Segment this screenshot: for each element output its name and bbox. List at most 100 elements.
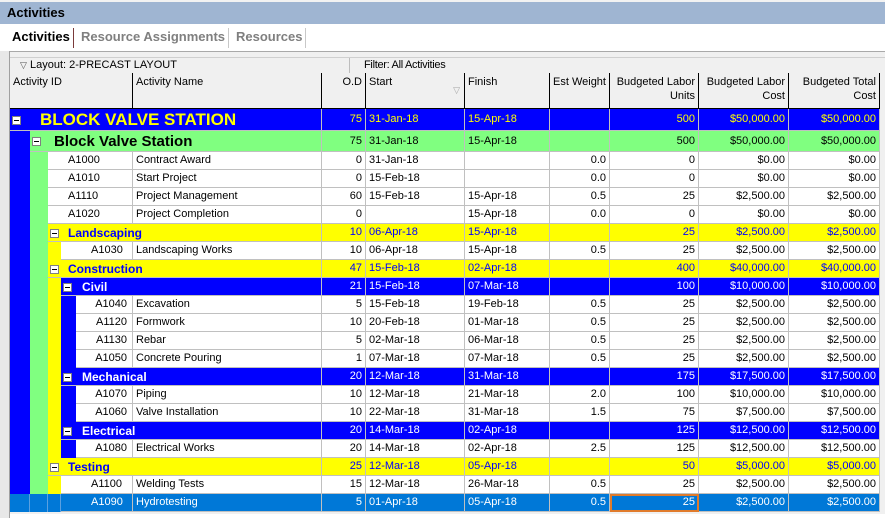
cell-labor-cost[interactable]: $2,500.00	[699, 242, 789, 260]
cell-weight[interactable]: 0.5	[550, 314, 610, 332]
cell-labor-cost[interactable]: $7,500.00	[699, 404, 789, 422]
cell-labor-cost[interactable]: $2,500.00	[699, 332, 789, 350]
cell-activity-id[interactable]: A1060	[76, 404, 133, 422]
cell-activity-name[interactable]: Valve Installation	[133, 404, 322, 422]
column-header-budgeted-labor-cost[interactable]: Budgeted Labor Cost	[699, 73, 789, 109]
cell-weight[interactable]	[550, 368, 610, 386]
activity-row[interactable]: A1090 Hydrotesting 5 01-Apr-18 05-Apr-18 0.5 2…	[10, 494, 880, 512]
cell-finish[interactable]: 07-Mar-18	[465, 278, 550, 296]
tab-resource-assignments[interactable]: Resource Assignments	[78, 28, 230, 48]
cell-labor-cost[interactable]: $2,500.00	[699, 314, 789, 332]
cell-labor-cost[interactable]: $50,000.00	[699, 109, 789, 131]
wbs-row[interactable]: Mechanical 20 12-Mar-18 31-Mar-18 175 $17,500…	[10, 368, 880, 386]
activity-row[interactable]: A1070 Piping 10 12-Mar-18 21-Mar-18 2.0 100 $10…	[10, 386, 880, 404]
cell-start[interactable]: 15-Feb-18	[366, 260, 465, 278]
collapse-toggle-icon[interactable]	[50, 463, 59, 472]
cell-start[interactable]: 15-Feb-18	[366, 296, 465, 314]
cell-finish[interactable]	[465, 170, 550, 188]
cell-start[interactable]: 12-Mar-18	[366, 368, 465, 386]
cell-od[interactable]: 5	[322, 296, 366, 314]
cell-activity-name[interactable]: Electrical Works	[133, 440, 322, 458]
cell-units[interactable]: 500	[610, 109, 699, 131]
cell-activity-name[interactable]: Start Project	[133, 170, 322, 188]
cell-labor-cost[interactable]: $2,500.00	[699, 188, 789, 206]
cell-weight[interactable]: 1.5	[550, 404, 610, 422]
cell-activity-id[interactable]: A1020	[48, 206, 133, 224]
cell-start[interactable]: 15-Feb-18	[366, 278, 465, 296]
cell-od[interactable]: 75	[322, 131, 366, 152]
cell-start[interactable]: 02-Mar-18	[366, 332, 465, 350]
cell-units[interactable]: 25	[610, 314, 699, 332]
cell-od[interactable]: 20	[322, 422, 366, 440]
cell-finish[interactable]	[465, 152, 550, 170]
cell-start[interactable]: 14-Mar-18	[366, 422, 465, 440]
cell-od[interactable]: 10	[322, 224, 366, 242]
cell-od[interactable]: 21	[322, 278, 366, 296]
activity-row[interactable]: A1080 Electrical Works 20 14-Mar-18 02-Apr-1…	[10, 440, 880, 458]
cell-activity-id[interactable]: A1090	[61, 494, 133, 512]
cell-units[interactable]: 50	[610, 458, 699, 476]
cell-weight[interactable]	[550, 224, 610, 242]
cell-finish[interactable]: 15-Apr-18	[465, 224, 550, 242]
cell-finish[interactable]: 31-Mar-18	[465, 404, 550, 422]
cell-total-cost[interactable]: $2,500.00	[789, 332, 880, 350]
cell-finish[interactable]: 31-Mar-18	[465, 368, 550, 386]
cell-labor-cost[interactable]: $12,500.00	[699, 422, 789, 440]
cell-activity-name[interactable]: Project Completion	[133, 206, 322, 224]
activity-row[interactable]: A1130 Rebar 5 02-Mar-18 06-Mar-18 0.5 25 $2,500…	[10, 332, 880, 350]
cell-total-cost[interactable]: $2,500.00	[789, 188, 880, 206]
column-header-activity-name[interactable]: Activity Name	[133, 73, 322, 109]
collapse-toggle-icon[interactable]	[32, 137, 41, 146]
cell-finish[interactable]: 21-Mar-18	[465, 386, 550, 404]
cell-weight[interactable]	[550, 131, 610, 152]
cell-activity-id[interactable]: A1080	[76, 440, 133, 458]
cell-units[interactable]: 25	[610, 296, 699, 314]
cell-activity-name[interactable]: Concrete Pouring	[133, 350, 322, 368]
cell-start[interactable]	[366, 206, 465, 224]
cell-activity-id[interactable]: A1070	[76, 386, 133, 404]
column-header-est-weight[interactable]: Est Weight	[550, 73, 610, 109]
cell-units[interactable]: 125	[610, 440, 699, 458]
cell-total-cost[interactable]: $2,500.00	[789, 476, 880, 494]
cell-units[interactable]: 25	[610, 332, 699, 350]
cell-units[interactable]: 175	[610, 368, 699, 386]
cell-units[interactable]: 500	[610, 131, 699, 152]
cell-finish[interactable]: 15-Apr-18	[465, 242, 550, 260]
cell-od[interactable]: 5	[322, 494, 366, 512]
cell-weight[interactable]: 0.0	[550, 152, 610, 170]
cell-units[interactable]: 125	[610, 422, 699, 440]
cell-start[interactable]: 12-Mar-18	[366, 458, 465, 476]
cell-labor-cost[interactable]: $10,000.00	[699, 278, 789, 296]
cell-labor-cost[interactable]: $12,500.00	[699, 440, 789, 458]
cell-activity-id[interactable]: A1030	[61, 242, 133, 260]
cell-finish[interactable]: 19-Feb-18	[465, 296, 550, 314]
cell-total-cost[interactable]: $2,500.00	[789, 494, 880, 512]
cell-finish[interactable]: 15-Apr-18	[465, 131, 550, 152]
cell-units[interactable]: 75	[610, 404, 699, 422]
tab-resources[interactable]: Resources	[233, 28, 307, 48]
cell-total-cost[interactable]: $0.00	[789, 170, 880, 188]
cell-start[interactable]: 20-Feb-18	[366, 314, 465, 332]
cell-activity-id[interactable]: A1130	[76, 332, 133, 350]
cell-weight[interactable]: 0.5	[550, 476, 610, 494]
cell-od[interactable]: 10	[322, 404, 366, 422]
cell-units[interactable]: 25	[610, 476, 699, 494]
cell-labor-cost[interactable]: $0.00	[699, 170, 789, 188]
cell-total-cost[interactable]: $2,500.00	[789, 350, 880, 368]
cell-finish[interactable]: 02-Apr-18	[465, 260, 550, 278]
cell-finish[interactable]: 02-Apr-18	[465, 440, 550, 458]
cell-finish[interactable]: 05-Apr-18	[465, 458, 550, 476]
collapse-toggle-icon[interactable]	[50, 229, 59, 238]
cell-total-cost[interactable]: $10,000.00	[789, 278, 880, 296]
cell-finish[interactable]: 07-Mar-18	[465, 350, 550, 368]
cell-od[interactable]: 20	[322, 440, 366, 458]
wbs-row[interactable]: Construction 47 15-Feb-18 02-Apr-18 400 $40,0…	[10, 260, 880, 278]
column-header-budgeted-total-cost[interactable]: Budgeted Total Cost	[789, 73, 880, 109]
cell-weight[interactable]: 0.0	[550, 206, 610, 224]
layout-selector[interactable]: ▽ Layout: 2-PRECAST LAYOUT	[10, 58, 350, 74]
wbs-row[interactable]: Electrical 20 14-Mar-18 02-Apr-18 125 $12,500…	[10, 422, 880, 440]
cell-units[interactable]: 25	[610, 350, 699, 368]
cell-activity-name[interactable]: Rebar	[133, 332, 322, 350]
cell-weight[interactable]: 0.5	[550, 494, 610, 512]
cell-total-cost[interactable]: $17,500.00	[789, 368, 880, 386]
